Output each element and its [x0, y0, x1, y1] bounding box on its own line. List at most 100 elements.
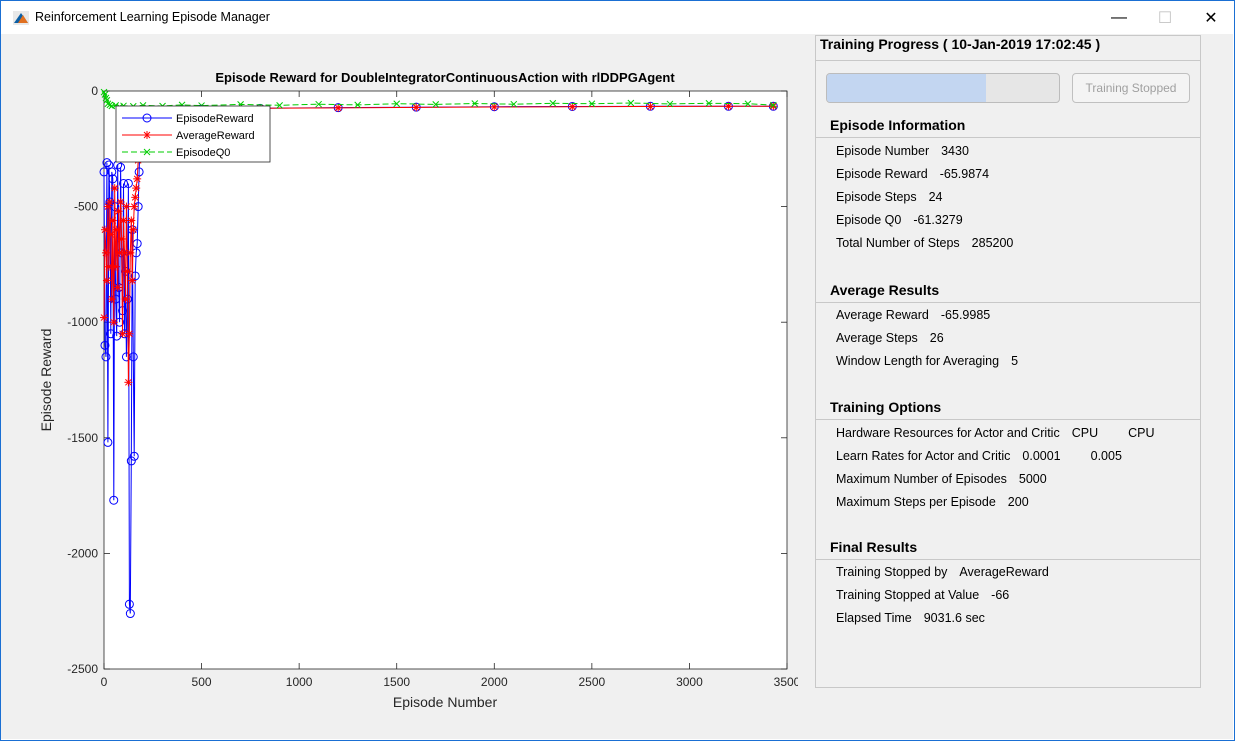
close-button[interactable]: ✕ [1188, 1, 1234, 35]
data-point [143, 131, 151, 139]
training-options-heading: Training Options [830, 399, 942, 415]
data-point [126, 248, 135, 257]
y-tick-label: -2000 [67, 546, 98, 560]
y-tick-label: -1500 [67, 431, 98, 445]
info-value: -66 [991, 588, 1010, 602]
info-row: Learn Rates for Actor and Critic 0.0001 0.… [836, 449, 1122, 463]
data-point [125, 329, 134, 338]
info-label: Maximum Steps per Episode [836, 495, 996, 509]
data-point [112, 225, 121, 234]
header-divider [816, 60, 1200, 61]
plot-area [103, 90, 788, 670]
episode-information-heading: Episode Information [830, 117, 966, 133]
info-row: Episode Q0 -61.3279 [836, 213, 963, 227]
training-progress-header: Training Progress ( 10-Jan-2019 17:02:45… [820, 36, 1101, 52]
info-row: Episode Reward -65.9874 [836, 167, 989, 181]
data-point [127, 216, 136, 225]
data-point [128, 276, 137, 285]
info-value-secondary: CPU [1128, 426, 1155, 440]
y-tick-label: -2500 [67, 662, 98, 676]
x-tick-label: 1500 [383, 675, 410, 689]
x-tick-label: 2000 [481, 675, 508, 689]
training-stopped-button[interactable]: Training Stopped [1072, 73, 1190, 103]
x-tick-label: 3000 [676, 675, 703, 689]
chart-title: Episode Reward for DoubleIntegratorConti… [215, 70, 675, 85]
info-label: Total Number of Steps [836, 236, 960, 250]
info-label: Average Steps [836, 331, 918, 345]
info-label: Average Reward [836, 308, 929, 322]
info-value: 3430 [941, 144, 969, 158]
matlab-logo-icon [13, 11, 29, 25]
minimize-button[interactable]: — [1096, 1, 1142, 35]
info-label: Window Length for Averaging [836, 354, 1000, 368]
data-point [132, 184, 141, 193]
data-point [123, 267, 132, 276]
info-value: 285200 [971, 236, 1014, 250]
info-value: AverageReward [959, 565, 1049, 579]
info-row: Maximum Steps per Episode 200 [836, 495, 1029, 509]
data-point [124, 378, 133, 387]
info-row: Training Stopped at Value -66 [836, 588, 1009, 602]
info-value-secondary: 0.005 [1090, 449, 1122, 463]
data-point [131, 193, 140, 202]
info-label: Elapsed Time [836, 611, 912, 625]
data-point [117, 234, 126, 243]
training-progress-fill [827, 74, 987, 102]
final-results-heading: Final Results [830, 539, 918, 555]
data-point [111, 262, 120, 271]
y-tick-label: -500 [74, 200, 98, 214]
maximize-button[interactable]: ☐ [1142, 1, 1188, 35]
info-value: 5 [1011, 354, 1019, 368]
data-point [104, 262, 113, 271]
data-point [102, 276, 111, 285]
info-value: 5000 [1018, 472, 1047, 486]
x-tick-label: 2500 [579, 675, 606, 689]
x-tick-label: 500 [192, 675, 212, 689]
section-divider [816, 419, 1200, 420]
data-point [110, 184, 119, 193]
data-point [100, 225, 109, 234]
average-results-heading: Average Results [830, 282, 940, 298]
data-point [129, 225, 138, 234]
y-axis-label: Episode Reward [38, 329, 54, 432]
info-label: Episode Number [836, 144, 930, 158]
data-point [769, 102, 778, 111]
chart-panel: Episode Reward for DoubleIntegratorConti… [13, 34, 801, 714]
info-value: CPU [1071, 426, 1099, 440]
info-row: Window Length for Averaging 5 [836, 354, 1018, 368]
info-row: Hardware Resources for Actor and Critic C… [836, 426, 1155, 440]
info-row: Episode Number 3430 [836, 144, 969, 158]
info-label: Episode Steps [836, 190, 917, 204]
data-point [108, 216, 117, 225]
title-bar[interactable]: Reinforcement Learning Episode Manager —… [1, 1, 1234, 35]
info-row: Elapsed Time 9031.6 sec [836, 611, 985, 625]
info-value: 0.0001 [1022, 449, 1061, 463]
info-row: Average Steps 26 [836, 331, 944, 345]
legend-label: AverageReward [176, 130, 255, 142]
section-divider [816, 302, 1200, 303]
info-label: Training Stopped by [836, 565, 948, 579]
data-point [100, 313, 108, 322]
info-label: Learn Rates for Actor and Critic [836, 449, 1011, 463]
training-progress-bar [826, 73, 1060, 103]
info-value: 9031.6 sec [923, 611, 985, 625]
info-row: Episode Steps 24 [836, 190, 943, 204]
info-label: Training Stopped at Value [836, 588, 980, 602]
info-label: Hardware Resources for Actor and Critic [836, 426, 1060, 440]
chart-legend: EpisodeReward AverageReward EpisodeQ0 [115, 105, 271, 163]
x-axis-label: Episode Number [393, 694, 498, 710]
info-row: Average Reward -65.9985 [836, 308, 990, 322]
legend-label: EpisodeQ0 [176, 147, 230, 159]
info-label: Maximum Number of Episodes [836, 472, 1007, 486]
data-point [113, 283, 122, 292]
info-value: -65.9874 [939, 167, 990, 181]
legend-label: EpisodeReward [176, 113, 254, 125]
data-point [114, 207, 123, 216]
data-point [130, 202, 139, 211]
data-point [121, 295, 130, 304]
info-value: -65.9985 [940, 308, 991, 322]
info-value: 24 [928, 190, 943, 204]
data-point [412, 103, 421, 112]
x-tick-label: 0 [101, 675, 108, 689]
info-row: Training Stopped by AverageReward [836, 565, 1049, 579]
